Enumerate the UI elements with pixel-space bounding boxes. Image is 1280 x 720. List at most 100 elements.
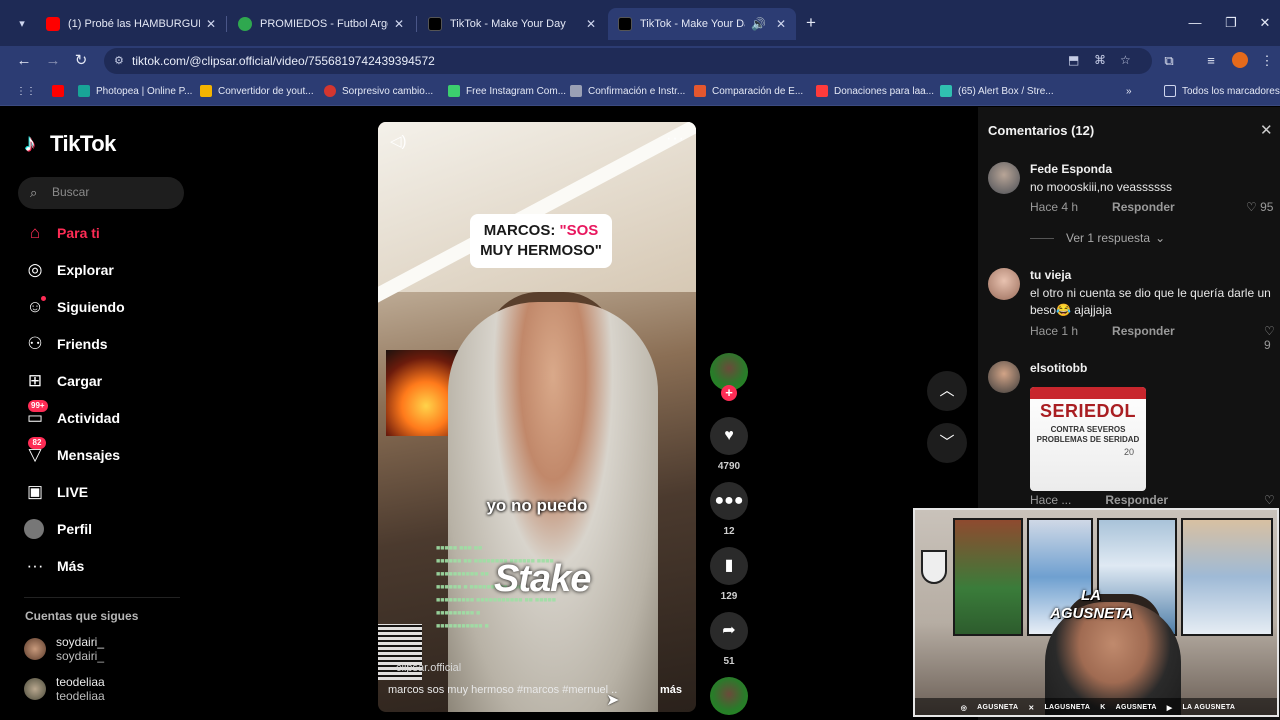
bookmark-6[interactable]: Comparación de E... bbox=[694, 83, 803, 99]
brand-name: TikTok bbox=[50, 131, 116, 156]
comment-user[interactable]: Fede Esponda bbox=[1030, 162, 1112, 176]
comment-user[interactable]: elsotitobb bbox=[1030, 361, 1087, 375]
url-text[interactable]: tiktok.com/@clipsar.official/video/75568… bbox=[132, 54, 435, 68]
share-action[interactable]: ➦ 51 bbox=[710, 612, 748, 667]
more-bookmarks-icon[interactable]: » bbox=[1126, 83, 1132, 99]
previous-video-button[interactable]: ︿ bbox=[927, 371, 967, 411]
translate-icon[interactable]: ⌘ bbox=[1094, 53, 1106, 67]
tiktok-favicon-icon bbox=[618, 17, 632, 31]
sticker-subtitle: CONTRA SEVEROS PROBLEMAS DE SERIDAD bbox=[1036, 425, 1140, 444]
comment-like[interactable]: ♡ 9 bbox=[1264, 324, 1280, 352]
search-input[interactable] bbox=[52, 185, 172, 199]
view-replies-label: Ver 1 respuesta bbox=[1066, 231, 1151, 245]
browser-tab-4-active[interactable]: TikTok - Make Your Day 🔊 ✕ bbox=[608, 8, 796, 40]
bookmark-7[interactable]: Donaciones para laa... bbox=[816, 83, 934, 99]
heart-icon[interactable]: ♥ bbox=[710, 417, 748, 455]
follow-plus-button[interactable]: + bbox=[721, 385, 737, 401]
bookmark-5[interactable]: Confirmación e Instr... bbox=[570, 83, 685, 99]
chevron-down-icon: ⌄ bbox=[1155, 231, 1166, 245]
view-replies-toggle[interactable]: Ver 1 respuesta ⌄ bbox=[1030, 231, 1165, 245]
video-player[interactable]: MARCOS: "SOS MUY HERMOSO" yo no puedo ■■… bbox=[378, 122, 696, 712]
comment-like[interactable]: ♡ 95 bbox=[1246, 200, 1273, 214]
reply-button[interactable]: Responder bbox=[1112, 200, 1175, 214]
media-control-icon[interactable]: ≡ bbox=[1200, 50, 1222, 72]
nav-siguiendo[interactable]: ☺ Siguiendo bbox=[24, 293, 125, 321]
bookmark-2[interactable]: Convertidor de yout... bbox=[200, 83, 314, 99]
tab-title: TikTok - Make Your Day bbox=[640, 18, 745, 30]
tiktok-logo[interactable]: ♪ ♪ ♪ TikTok bbox=[23, 130, 116, 158]
video-subtitle: yo no puedo bbox=[486, 496, 588, 515]
social-handle: AGUSNETA bbox=[977, 704, 1019, 711]
forward-button[interactable]: → bbox=[42, 50, 64, 72]
back-button[interactable]: ← bbox=[13, 50, 35, 72]
like-count: 4790 bbox=[717, 461, 741, 472]
nav-mensajes[interactable]: ▽ 82 Mensajes bbox=[24, 437, 120, 469]
extensions-icon[interactable]: ⧉ bbox=[1158, 50, 1180, 72]
music-disc-icon[interactable] bbox=[710, 677, 748, 715]
comment-meta: Hace 4 h Responder bbox=[1030, 200, 1175, 214]
bookmark-1[interactable]: Photopea | Online P... bbox=[78, 83, 192, 99]
apps-icon[interactable]: ⋮⋮ bbox=[16, 83, 36, 99]
nav-cargar[interactable]: ⊞ Cargar bbox=[24, 367, 102, 395]
nav-friends[interactable]: ⚇ Friends bbox=[24, 330, 107, 358]
close-tab-icon[interactable]: ✕ bbox=[776, 17, 786, 31]
account-handle: soydairi_ bbox=[56, 649, 105, 663]
nav-para-ti[interactable]: ⌂ Para ti bbox=[24, 219, 100, 247]
comment-user[interactable]: tu vieja bbox=[1030, 268, 1071, 282]
reply-button[interactable]: Responder bbox=[1112, 324, 1175, 338]
more-link[interactable]: más bbox=[660, 684, 682, 696]
video-watermark: clipsar.official bbox=[396, 662, 462, 674]
comment-icon[interactable]: ●●● bbox=[710, 482, 748, 520]
bookmark-youtube[interactable] bbox=[52, 83, 70, 99]
browser-tab-strip: ▾ (1) Probé las HAMBURGUESAS ✕ PROMIEDOS… bbox=[0, 0, 1280, 46]
site-info-icon[interactable]: ⚙ bbox=[114, 54, 124, 67]
close-tab-icon[interactable]: ✕ bbox=[206, 17, 216, 31]
close-tab-icon[interactable]: ✕ bbox=[394, 17, 404, 31]
following-account-2[interactable]: teodeliaa teodeliaa bbox=[24, 675, 105, 703]
browser-tab-3[interactable]: TikTok - Make Your Day ✕ bbox=[418, 8, 606, 40]
browser-tab-2[interactable]: PROMIEDOS - Futbol Argentino ✕ bbox=[228, 8, 414, 40]
avatar[interactable] bbox=[988, 162, 1020, 194]
following-account-1[interactable]: soydairi_ soydairi_ bbox=[24, 635, 104, 663]
sticker-top-band bbox=[1030, 387, 1146, 399]
video-options-icon[interactable]: ··· bbox=[666, 130, 685, 148]
bookmark-star-icon[interactable]: ☆ bbox=[1120, 53, 1131, 67]
nav-perfil[interactable]: Perfil bbox=[24, 515, 92, 543]
bookmark-3[interactable]: Sorpresivo cambio... bbox=[324, 83, 433, 99]
close-tab-icon[interactable]: ✕ bbox=[586, 17, 596, 31]
share-icon[interactable]: ➦ bbox=[710, 612, 748, 650]
reply-button[interactable]: Responder bbox=[1105, 493, 1168, 507]
tab-search-icon[interactable]: ▾ bbox=[12, 14, 32, 34]
restore-button[interactable]: ❐ bbox=[1216, 10, 1246, 36]
bookmark-4[interactable]: Free Instagram Com... bbox=[448, 83, 566, 99]
close-window-button[interactable]: ✕ bbox=[1250, 10, 1280, 36]
messages-icon: ▽ 82 bbox=[24, 437, 46, 466]
avatar[interactable] bbox=[988, 361, 1020, 393]
url-field[interactable]: ⚙ tiktok.com/@clipsar.official/video/755… bbox=[104, 48, 1152, 74]
search-box[interactable]: ⌕ bbox=[18, 177, 184, 209]
save-action[interactable]: ▮ 129 bbox=[710, 547, 748, 602]
new-tab-button[interactable]: + bbox=[802, 12, 820, 34]
nav-actividad[interactable]: ▭ 99+ Actividad bbox=[24, 400, 120, 432]
compass-icon: ◎ bbox=[27, 260, 43, 279]
all-bookmarks[interactable]: Todos los marcadores bbox=[1164, 83, 1280, 99]
bookmark-icon[interactable]: ▮ bbox=[710, 547, 748, 585]
close-icon[interactable]: ✕ bbox=[1260, 121, 1273, 139]
reload-button[interactable]: ↻ bbox=[70, 50, 92, 72]
nav-mas[interactable]: ··· Más bbox=[24, 552, 85, 580]
avatar[interactable] bbox=[988, 268, 1020, 300]
nav-live[interactable]: ▣ LIVE bbox=[24, 478, 88, 506]
comment-sticker-image: SERIEDOL CONTRA SEVEROS PROBLEMAS DE SER… bbox=[1030, 387, 1146, 491]
speaker-icon[interactable]: 🔊 bbox=[751, 17, 766, 31]
minimize-button[interactable]: — bbox=[1180, 10, 1210, 36]
bookmark-8[interactable]: (65) Alert Box / Stre... bbox=[940, 83, 1054, 99]
install-icon[interactable]: ⬒ bbox=[1068, 53, 1079, 67]
browser-menu-icon[interactable]: ⋮ bbox=[1256, 50, 1278, 72]
next-video-button[interactable]: ﹀ bbox=[927, 423, 967, 463]
like-action[interactable]: ♥ 4790 bbox=[710, 417, 748, 472]
comment-action[interactable]: ●●● 12 bbox=[710, 482, 748, 537]
profile-avatar[interactable] bbox=[1232, 52, 1248, 68]
nav-explorar[interactable]: ◎ Explorar bbox=[24, 256, 114, 284]
volume-icon[interactable]: ◁) bbox=[390, 132, 407, 150]
browser-tab-1[interactable]: (1) Probé las HAMBURGUESAS ✕ bbox=[36, 8, 226, 40]
